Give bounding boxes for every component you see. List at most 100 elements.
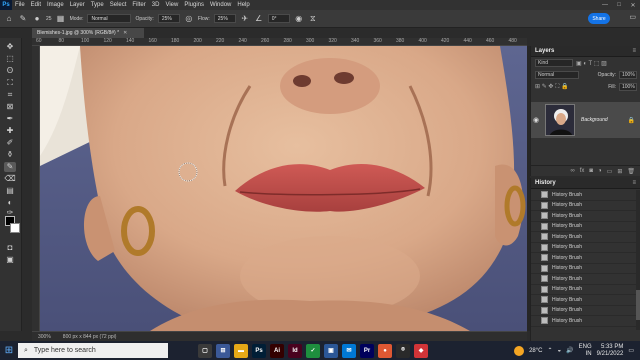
screen-mode-icon[interactable]: ▣ <box>4 255 16 265</box>
brush-settings-icon[interactable]: ▦ <box>56 14 66 24</box>
menu-filter[interactable]: Filter <box>129 0 148 10</box>
taskbar-app-icon[interactable]: Id <box>288 343 302 358</box>
panel-menu-icon[interactable]: ≡ <box>632 180 636 186</box>
menu-view[interactable]: View <box>162 0 181 10</box>
close-window-button[interactable]: ✕ <box>626 2 640 9</box>
scrollbar-thumb[interactable] <box>636 290 640 320</box>
taskbar-app-icon[interactable]: ▣ <box>324 343 338 358</box>
document-canvas[interactable] <box>40 46 527 331</box>
pressure-size-icon[interactable]: ◉ <box>294 14 304 24</box>
brush-preset-icon[interactable]: ● <box>32 14 42 24</box>
taskbar-app-icon[interactable]: Pr <box>360 343 374 358</box>
gradient-tool-icon[interactable]: ▤ <box>4 186 16 196</box>
taskbar-search-box[interactable]: ⌕ Type here to search <box>18 343 168 358</box>
layers-panel-title[interactable]: Layers <box>535 48 554 54</box>
lasso-tool-icon[interactable]: ʘ <box>4 66 16 76</box>
history-item[interactable]: History Brush <box>531 295 640 306</box>
history-brush-tool-icon[interactable]: ✎ <box>18 14 28 24</box>
taskbar-app-icon[interactable]: ✉ <box>342 343 356 358</box>
layer-name[interactable]: Background <box>581 117 608 123</box>
share-button[interactable]: Share <box>588 13 610 24</box>
angle-icon[interactable]: ∠ <box>254 14 264 24</box>
network-icon[interactable]: ◒ <box>558 348 562 354</box>
maximize-button[interactable]: □ <box>612 2 626 9</box>
menu-window[interactable]: Window <box>207 0 234 10</box>
history-item[interactable]: History Brush <box>531 264 640 274</box>
history-item[interactable]: History Brush <box>531 243 640 253</box>
menu-image[interactable]: Image <box>44 0 67 10</box>
angle-input[interactable]: 0° <box>267 14 290 23</box>
taskbar-app-icon[interactable]: ✓ <box>306 343 320 358</box>
weather-temp[interactable]: 28°C <box>529 348 542 354</box>
layer-kind-filter[interactable]: Kind <box>535 59 573 67</box>
minimize-button[interactable]: — <box>598 2 612 9</box>
history-scrollbar[interactable] <box>636 190 640 330</box>
close-icon[interactable]: ✕ <box>123 30 127 36</box>
history-item[interactable]: History Brush <box>531 316 640 327</box>
lock-icons[interactable]: ⊞ ✎ ✥ ⛶ 🔒 <box>535 83 568 91</box>
flow-input[interactable]: 25% <box>213 14 236 23</box>
mask-icon[interactable]: ◙ <box>589 168 593 174</box>
taskbar-app-icon[interactable]: ● <box>378 343 392 358</box>
taskbar-app-icon[interactable]: ◆ <box>414 343 428 358</box>
history-item[interactable]: History Brush <box>531 211 640 222</box>
history-item[interactable]: History Brush <box>531 274 640 285</box>
pressure-opacity-icon[interactable]: ◎ <box>184 14 194 24</box>
workspace-icon[interactable]: ▭ <box>629 13 636 21</box>
layer-fill-input[interactable]: 100% <box>619 83 637 91</box>
folder-icon[interactable]: ▭ <box>607 168 613 175</box>
clone-stamp-tool-icon[interactable]: ⚱ <box>4 150 16 160</box>
taskbar-app-icon[interactable]: Ps <box>252 343 266 358</box>
zoom-level[interactable]: 300% <box>38 334 51 340</box>
history-item[interactable]: History Brush <box>531 190 640 201</box>
crop-tool-icon[interactable]: ⌗ <box>4 90 16 100</box>
layer-opacity-input[interactable]: 100% <box>619 71 637 79</box>
history-brush-tool-icon[interactable]: ✎ <box>4 162 16 172</box>
taskbar-app-icon[interactable]: ⌾ <box>396 343 410 358</box>
airbrush-icon[interactable]: ✈ <box>240 14 250 24</box>
frame-tool-icon[interactable]: ⊠ <box>4 102 16 112</box>
dodge-tool-icon[interactable]: ◐ <box>4 198 16 208</box>
filter-icons[interactable]: ▣ ◐ T ⬚ ▨ <box>576 60 607 67</box>
layer-row-background[interactable]: ◉ Background 🔒 <box>531 102 640 138</box>
clock[interactable]: 5:33 PM 9/21/2022 <box>597 344 624 358</box>
menu-plugins[interactable]: Plugins <box>181 0 207 10</box>
symmetry-icon[interactable]: ⧖ <box>308 14 318 24</box>
windows-start-icon[interactable]: ⊞ <box>0 341 18 360</box>
menu-select[interactable]: Select <box>107 0 130 10</box>
volume-icon[interactable]: 🔊 <box>566 347 573 354</box>
quick-mask-icon[interactable]: ◘ <box>4 243 16 253</box>
chevron-up-icon[interactable]: ⌃ <box>547 347 552 354</box>
move-tool-icon[interactable]: ✥ <box>4 42 16 52</box>
brush-tool-icon[interactable]: ✐ <box>4 138 16 148</box>
history-item[interactable]: History Brush <box>531 253 640 264</box>
menu-help[interactable]: Help <box>234 0 252 10</box>
eraser-tool-icon[interactable]: ⌫ <box>4 174 16 184</box>
history-item[interactable]: History Brush <box>531 285 640 295</box>
history-item[interactable]: History Brush <box>531 306 640 316</box>
object-select-tool-icon[interactable]: ⛶ <box>4 78 16 88</box>
history-item[interactable]: History Brush <box>531 222 640 232</box>
history-item[interactable]: History Brush <box>531 201 640 211</box>
language-indicator[interactable]: ENG IN <box>579 344 592 358</box>
history-panel-title[interactable]: History <box>535 180 556 186</box>
menu-type[interactable]: Type <box>88 0 107 10</box>
opacity-input[interactable]: 25% <box>157 14 180 23</box>
menu-layer[interactable]: Layer <box>67 0 88 10</box>
notifications-icon[interactable]: ▭ <box>628 347 634 354</box>
eye-icon[interactable]: ◉ <box>531 116 541 124</box>
panel-menu-icon[interactable]: ≡ <box>632 48 636 54</box>
new-layer-icon[interactable]: ⊞ <box>617 168 622 175</box>
history-item[interactable]: History Brush <box>531 232 640 243</box>
eyedropper-tool-icon[interactable]: ✒ <box>4 114 16 124</box>
marquee-tool-icon[interactable]: ⬚ <box>4 54 16 64</box>
trash-icon[interactable]: 🗑 <box>627 168 635 175</box>
menu-edit[interactable]: Edit <box>28 0 44 10</box>
weather-icon[interactable] <box>514 345 525 356</box>
taskbar-app-icon[interactable]: ▬ <box>234 343 248 358</box>
healing-brush-tool-icon[interactable]: ✚ <box>4 126 16 136</box>
home-icon[interactable]: ⌂ <box>4 14 14 24</box>
menu-file[interactable]: File <box>12 0 28 10</box>
adjustment-icon[interactable]: ◑ <box>598 168 602 174</box>
link-layers-icon[interactable]: ∞ <box>570 168 574 174</box>
